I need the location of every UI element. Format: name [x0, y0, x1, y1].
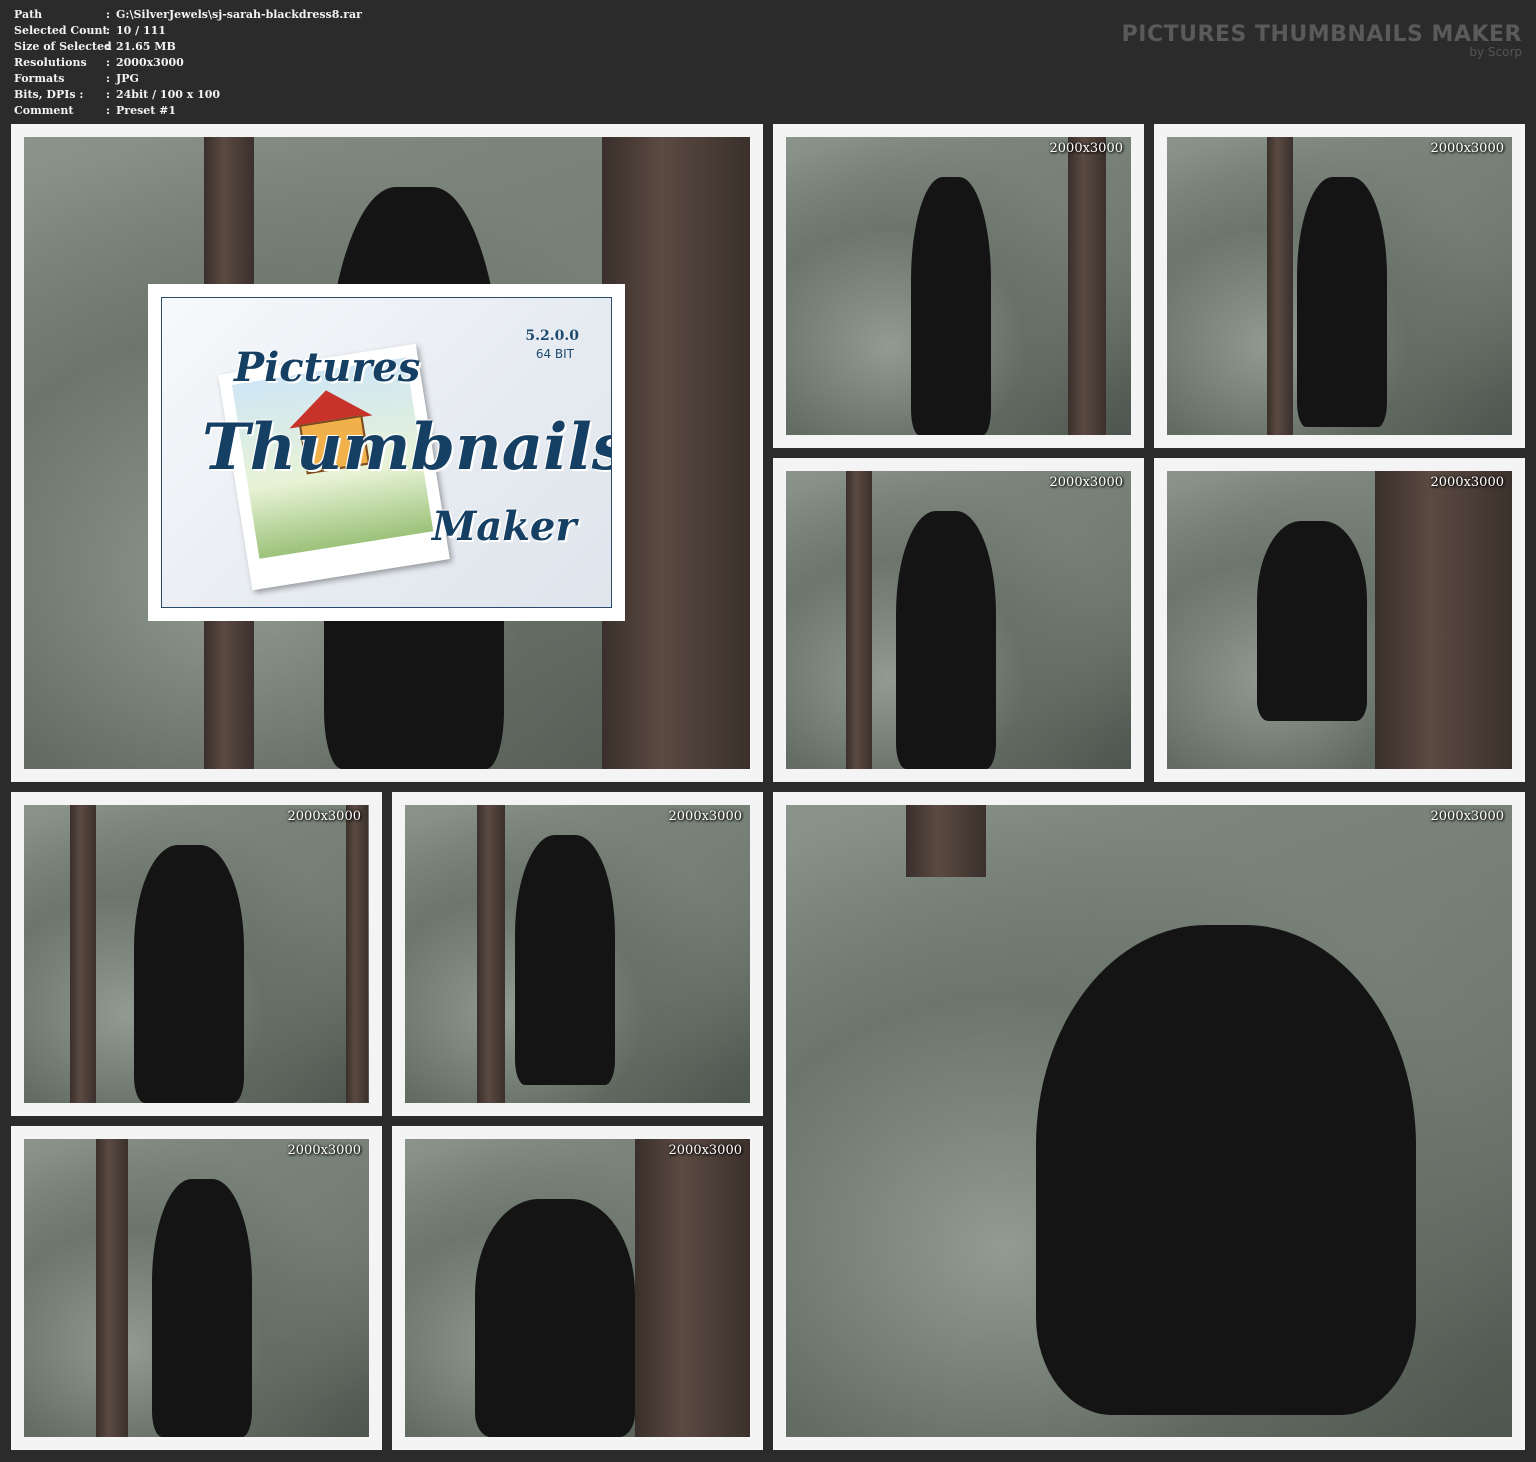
thumbnail-image: 2000x3000 [786, 805, 1512, 1437]
thumbnail-frame-10[interactable]: 2000x3000 [773, 792, 1525, 1450]
resolution-label: 2000x3000 [1049, 141, 1124, 156]
logo-panel: Pictures Thumbnails Maker 5.2.0.0 64 BIT [161, 297, 612, 608]
thumbnail-image: 2000x3000 [1167, 137, 1512, 435]
resolution-label: 2000x3000 [1049, 475, 1124, 490]
info-key: Bits, DPIs : [14, 88, 84, 101]
thumbnail-frame-5[interactable]: 2000x3000 [1154, 458, 1525, 782]
brand-watermark: PICTURES THUMBNAILS MAKER by Scorp [1122, 22, 1522, 59]
info-separator: : [106, 24, 111, 37]
person-figure [134, 845, 244, 1103]
tree-trunk [70, 805, 96, 1103]
resolution-label: 2000x3000 [1430, 475, 1505, 490]
thumbnail-image: 2000x3000 [405, 1139, 750, 1437]
info-separator: : [106, 40, 111, 53]
tree-trunk [1068, 137, 1106, 435]
brand-subtitle: by Scorp [1469, 45, 1522, 59]
thumbnail-image: 2000x3000 [786, 471, 1131, 769]
architecture-label: 64 BIT [535, 347, 574, 361]
info-key: Size of Selected [14, 40, 112, 53]
info-value: 10 / 111 [116, 24, 166, 37]
thumbnail-image: 2000x3000 [24, 1139, 369, 1437]
thumbnail-frame-7[interactable]: 2000x3000 [392, 792, 763, 1116]
resolution-label: 2000x3000 [668, 809, 743, 824]
thumbnail-frame-3[interactable]: 2000x3000 [1154, 124, 1525, 448]
thumbnail-frame-6[interactable]: 2000x3000 [11, 792, 382, 1116]
thumbnail-image: 2000x3000 [24, 805, 369, 1103]
logo-word-thumbnails: Thumbnails [202, 410, 612, 485]
tree-trunk [846, 471, 872, 769]
info-row-resolutions: Resolutions : 2000x3000 [14, 55, 362, 71]
tree-trunk [96, 1139, 128, 1437]
person-figure [911, 177, 991, 435]
info-key: Selected Count [14, 24, 108, 37]
app-logo-overlay: Pictures Thumbnails Maker 5.2.0.0 64 BIT [148, 284, 625, 621]
resolution-label: 2000x3000 [668, 1143, 743, 1158]
info-panel: Path : G:\SilverJewels\sj-sarah-blackdre… [14, 7, 362, 119]
thumbnail-frame-4[interactable]: 2000x3000 [773, 458, 1144, 782]
info-value: Preset #1 [116, 104, 177, 117]
person-figure [1257, 521, 1367, 721]
info-separator: : [106, 8, 111, 21]
info-value: 24bit / 100 x 100 [116, 88, 221, 101]
thumbnail-image: 2000x3000 [405, 805, 750, 1103]
info-row-size: Size of Selected : 21.65 MB [14, 39, 362, 55]
person-figure [1297, 177, 1387, 427]
thumbnail-image: 2000x3000 [786, 137, 1131, 435]
info-key: Resolutions [14, 56, 87, 69]
resolution-label: 2000x3000 [1430, 809, 1505, 824]
tree-trunk [1375, 471, 1512, 769]
info-key: Path [14, 8, 43, 21]
info-key: Comment [14, 104, 74, 117]
info-row-formats: Formats : JPG [14, 71, 362, 87]
tree-trunk [635, 1139, 750, 1437]
thumbnail-frame-9[interactable]: 2000x3000 [392, 1126, 763, 1450]
resolution-label: 2000x3000 [1430, 141, 1505, 156]
info-value: 21.65 MB [116, 40, 176, 53]
logo-word-maker: Maker [432, 503, 577, 550]
info-row-path: Path : G:\SilverJewels\sj-sarah-blackdre… [14, 7, 362, 23]
person-figure [152, 1179, 252, 1437]
info-value: G:\SilverJewels\sj-sarah-blackdress8.rar [116, 8, 362, 21]
info-row-bits: Bits, DPIs : : 24bit / 100 x 100 [14, 87, 362, 103]
tree-trunk [1267, 137, 1293, 435]
resolution-label: 2000x3000 [287, 1143, 362, 1158]
person-figure [896, 511, 996, 769]
thumbnail-image: 2000x3000 [1167, 471, 1512, 769]
tree-trunk [477, 805, 505, 1103]
person-figure [1036, 925, 1416, 1415]
info-separator: : [106, 72, 111, 85]
info-value: 2000x3000 [116, 56, 184, 69]
version-number: 5.2.0.0 [525, 328, 579, 344]
person-figure [515, 835, 615, 1085]
thumbnail-frame-2[interactable]: 2000x3000 [773, 124, 1144, 448]
info-value: JPG [116, 72, 139, 85]
info-separator: : [106, 104, 111, 117]
brand-title: PICTURES THUMBNAILS MAKER [1121, 22, 1522, 47]
thumbnail-frame-8[interactable]: 2000x3000 [11, 1126, 382, 1450]
info-separator: : [106, 88, 111, 101]
tree-trunk [906, 805, 986, 877]
info-separator: : [106, 56, 111, 69]
info-row-comment: Comment : Preset #1 [14, 103, 362, 119]
logo-word-pictures: Pictures [234, 344, 421, 391]
info-key: Formats [14, 72, 65, 85]
resolution-label: 2000x3000 [287, 809, 362, 824]
info-row-selected-count: Selected Count : 10 / 111 [14, 23, 362, 39]
person-figure [475, 1199, 635, 1437]
tree-trunk [346, 805, 368, 1103]
